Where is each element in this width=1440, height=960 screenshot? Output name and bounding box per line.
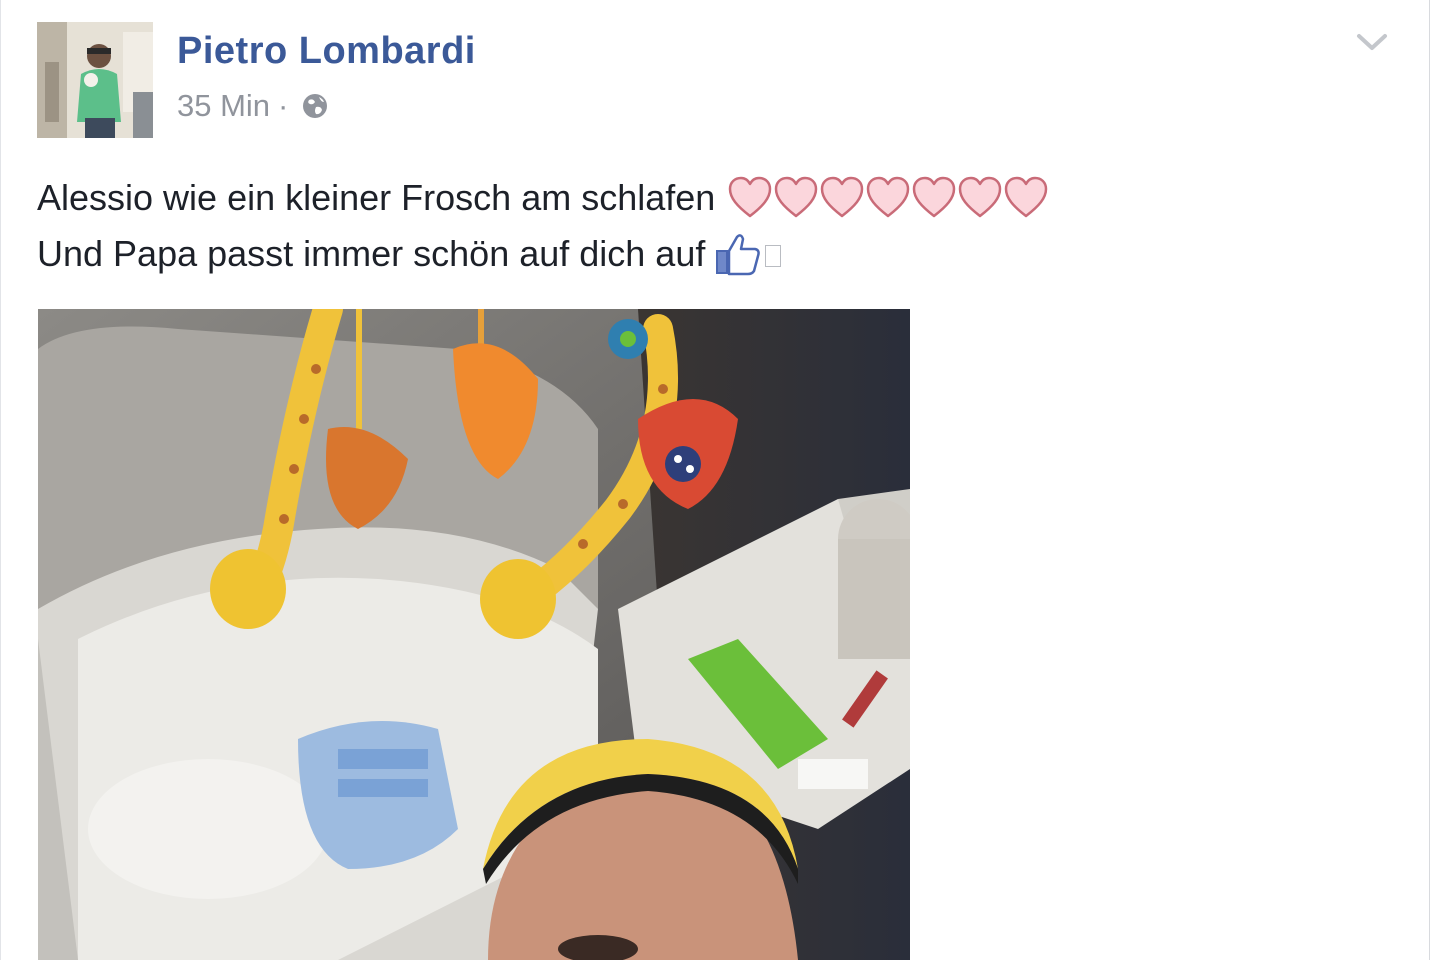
post-text-line-1: Alessio wie ein kleiner Frosch am schlaf…	[37, 170, 1049, 226]
heart-icon	[911, 176, 957, 220]
post-meta: 35 Min ·	[177, 88, 330, 124]
unsupported-glyph-box	[765, 245, 782, 267]
author-name[interactable]: Pietro Lombardi	[177, 30, 476, 73]
heart-icon	[957, 176, 1003, 220]
hearts-emoji-group	[727, 176, 1049, 220]
thumbs-up-icon	[713, 231, 763, 277]
author-avatar[interactable]	[37, 22, 153, 138]
post-text-line-2: Und Papa passt immer schön auf dich auf	[37, 226, 1049, 282]
heart-icon	[1003, 176, 1049, 220]
heart-icon	[773, 176, 819, 220]
heart-icon	[819, 176, 865, 220]
post-photo[interactable]	[38, 309, 910, 960]
post-text-line-1-content: Alessio wie ein kleiner Frosch am schlaf…	[37, 177, 716, 218]
post-card: Pietro Lombardi 35 Min · Alessio wie ein…	[0, 0, 1430, 960]
post-text: Alessio wie ein kleiner Frosch am schlaf…	[37, 170, 1049, 282]
post-text-line-2-content: Und Papa passt immer schön auf dich auf	[37, 233, 706, 274]
meta-separator: ·	[278, 88, 289, 123]
post-timestamp[interactable]: 35 Min	[177, 88, 270, 124]
heart-icon	[865, 176, 911, 220]
chevron-down-icon[interactable]	[1355, 28, 1389, 56]
globe-icon[interactable]	[300, 91, 330, 121]
heart-icon	[727, 176, 773, 220]
